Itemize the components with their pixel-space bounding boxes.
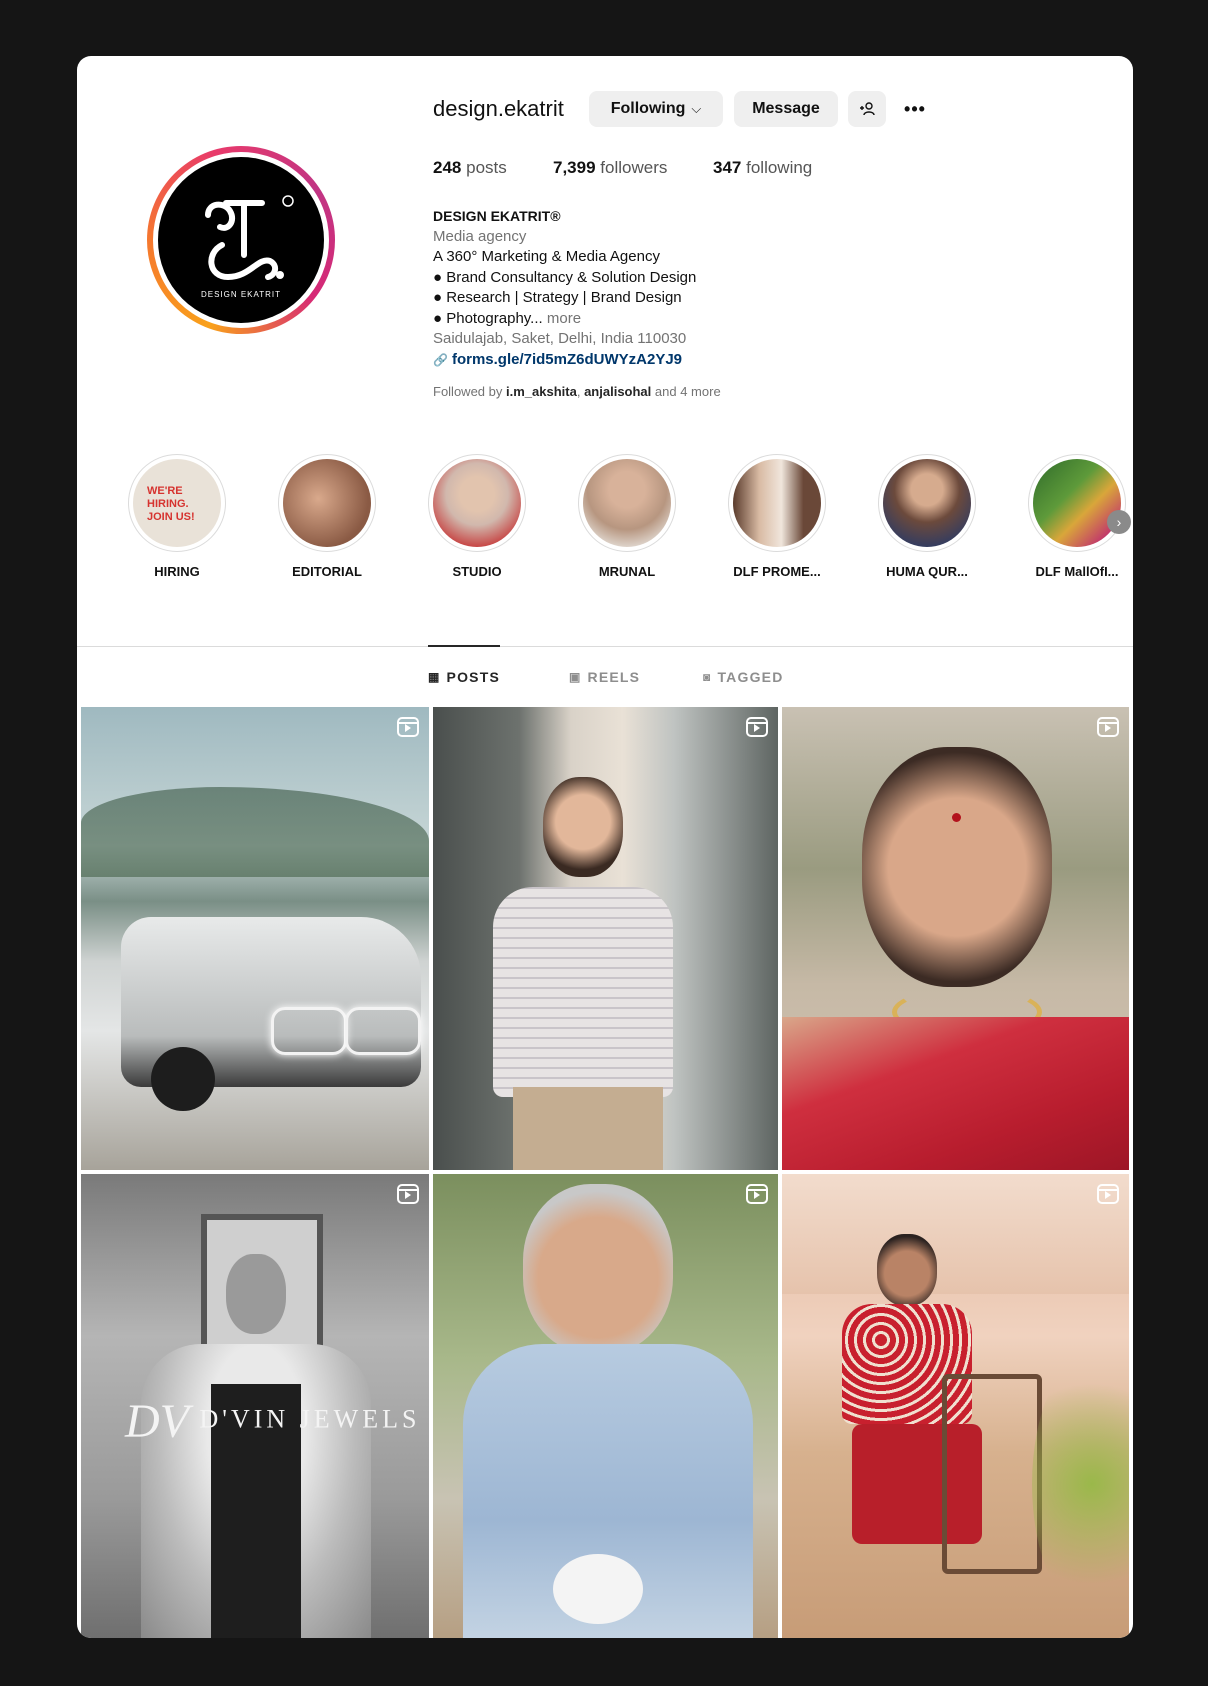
- chevron-down-icon: ⌵: [691, 101, 702, 116]
- profile-avatar[interactable]: DESIGN EKATRIT: [147, 146, 335, 334]
- highlight-label: DLF MallOfI...: [1035, 564, 1119, 579]
- highlight-cover: [583, 459, 671, 547]
- following-link[interactable]: 347 following: [713, 158, 812, 178]
- reel-icon: [397, 717, 419, 737]
- active-tab-indicator: [428, 645, 500, 647]
- highlight-label: EDITORIAL: [292, 564, 362, 579]
- highlight-cover: [883, 459, 971, 547]
- bio-more-link[interactable]: more: [547, 310, 581, 327]
- location-text: Saidulajab, Saket, Delhi, India 110030: [433, 330, 687, 347]
- bio-line: ● Photography... more: [433, 309, 582, 327]
- highlight-cover: [1033, 459, 1121, 547]
- tabs-divider: [77, 646, 1133, 647]
- highlight-cover: [433, 459, 521, 547]
- profile-card: DESIGN EKATRIT design.ekatrit Following …: [77, 56, 1133, 1638]
- highlight-studio[interactable]: STUDIO: [417, 454, 537, 579]
- message-button[interactable]: Message: [734, 91, 838, 127]
- post-red-saree[interactable]: [782, 707, 1129, 1170]
- highlight-huma-qur[interactable]: HUMA QUR...: [867, 454, 987, 579]
- followers-link[interactable]: 7,399 followers: [553, 158, 667, 178]
- grid-icon: ▦: [428, 670, 441, 684]
- highlight-cover: [733, 459, 821, 547]
- posts-count: 248 posts: [433, 158, 507, 177]
- link-icon: 🔗: [433, 352, 448, 367]
- highlight-hiring[interactable]: WE'RE HIRING. JOIN US! HIRING: [117, 454, 237, 579]
- bio-link[interactable]: forms.gle/7id5mZ6dUWYzA2YJ9: [452, 351, 682, 368]
- highlight-dlf-prome[interactable]: DLF PROME...: [717, 454, 837, 579]
- dvin-jewels-watermark: DV D'VIN JEWELS: [125, 1395, 421, 1448]
- reel-icon: [1097, 717, 1119, 737]
- bio-link-row[interactable]: 🔗 forms.gle/7id5mZ6dUWYzA2YJ9: [433, 350, 696, 371]
- bio-line: ● Brand Consultancy & Solution Design: [433, 268, 697, 286]
- highlight-cover: WE'RE HIRING. JOIN US!: [133, 459, 221, 547]
- highlight-label: MRUNAL: [598, 564, 656, 579]
- add-user-icon: [860, 102, 875, 116]
- chevron-right-icon: ›: [1116, 514, 1122, 530]
- reels-icon: ▣: [569, 670, 582, 684]
- add-user-button[interactable]: [848, 91, 886, 127]
- highlight-mrunal[interactable]: MRUNAL: [567, 454, 687, 579]
- tab-reels[interactable]: ▣ REELS: [569, 669, 640, 685]
- bio-line: ● Research | Strategy | Brand Design: [433, 289, 682, 306]
- following-button-label: Following: [610, 100, 686, 117]
- reel-icon: [397, 1184, 419, 1204]
- brand-logo: DESIGN EKATRIT: [158, 157, 324, 323]
- profile-bio: DESIGN EKATRIT® Media agency A 360° Mark…: [433, 206, 696, 370]
- more-icon: •••: [904, 98, 926, 119]
- reel-icon: [746, 1184, 768, 1204]
- post-floral-shirt[interactable]: [782, 1174, 1129, 1638]
- highlight-label: DLF PROME...: [733, 564, 821, 579]
- highlight-label: HIRING: [154, 564, 200, 579]
- highlight-label: STUDIO: [452, 564, 502, 579]
- post-car[interactable]: [81, 707, 429, 1170]
- category-label: Media agency: [433, 227, 527, 245]
- highlight-cover: [283, 459, 371, 547]
- more-options-button[interactable]: •••: [895, 91, 935, 127]
- post-checked-shirt[interactable]: [433, 707, 778, 1170]
- highlight-editorial[interactable]: EDITORIAL: [267, 454, 387, 579]
- profile-username: design.ekatrit: [433, 96, 564, 121]
- display-name: DESIGN EKATRIT®: [433, 208, 561, 224]
- post-dvin-jewels[interactable]: DV D'VIN JEWELS: [81, 1174, 429, 1638]
- reel-icon: [1097, 1184, 1119, 1204]
- following-button[interactable]: Following ⌵: [589, 91, 723, 127]
- highlights-next-button[interactable]: ›: [1107, 510, 1131, 534]
- post-elderly-woman[interactable]: [433, 1174, 778, 1638]
- svg-text:DESIGN EKATRIT: DESIGN EKATRIT: [201, 290, 281, 299]
- tab-posts[interactable]: ▦ POSTS: [428, 669, 500, 685]
- reel-icon: [746, 717, 768, 737]
- followed-by[interactable]: Followed by i.m_akshita, anjalisohal and…: [433, 384, 721, 399]
- tagged-icon: ◙: [703, 670, 712, 684]
- tab-tagged[interactable]: ◙ TAGGED: [703, 669, 784, 685]
- highlight-label: HUMA QUR...: [886, 564, 968, 579]
- bio-line: A 360° Marketing & Media Agency: [433, 248, 660, 265]
